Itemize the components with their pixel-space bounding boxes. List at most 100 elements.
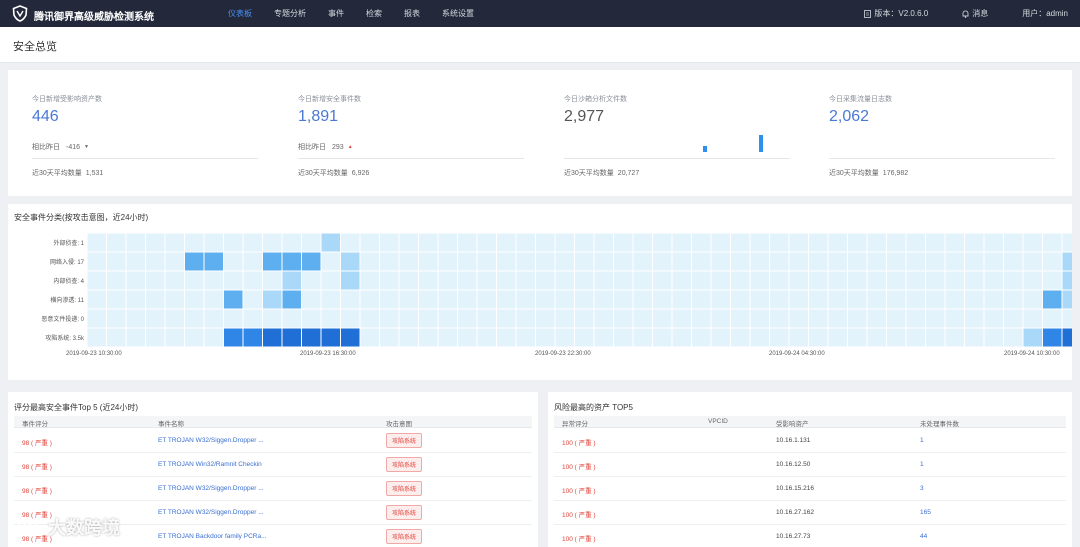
heatmap-cell[interactable] bbox=[515, 251, 536, 272]
table-row[interactable]: 98 ( 严重 ) ET TROJAN W32/Siggen.Dropper .… bbox=[14, 477, 532, 501]
heatmap-cell[interactable] bbox=[554, 327, 575, 348]
heatmap-cell[interactable] bbox=[535, 289, 556, 310]
heatmap-cell[interactable] bbox=[476, 251, 497, 272]
heatmap-cell[interactable] bbox=[769, 232, 790, 253]
heatmap-cell[interactable] bbox=[242, 270, 263, 291]
heatmap-cell[interactable] bbox=[886, 289, 907, 310]
heatmap-cell[interactable] bbox=[106, 270, 127, 291]
heatmap-cell[interactable] bbox=[86, 289, 107, 310]
heatmap-cell[interactable] bbox=[320, 327, 341, 348]
heatmap-cell[interactable] bbox=[1022, 232, 1043, 253]
heatmap-cell[interactable] bbox=[437, 289, 458, 310]
heatmap-cell[interactable] bbox=[418, 251, 439, 272]
heatmap-cell[interactable] bbox=[613, 289, 634, 310]
heatmap-cell[interactable] bbox=[242, 232, 263, 253]
heatmap-cell[interactable] bbox=[925, 270, 946, 291]
heatmap-cell[interactable] bbox=[574, 232, 595, 253]
heatmap-cell[interactable] bbox=[281, 327, 302, 348]
heatmap-cell[interactable] bbox=[1042, 270, 1063, 291]
heatmap-cell[interactable] bbox=[632, 251, 653, 272]
heatmap-cell[interactable] bbox=[710, 251, 731, 272]
heatmap-cell[interactable] bbox=[281, 289, 302, 310]
heatmap-cell[interactable] bbox=[905, 327, 926, 348]
heatmap-cell[interactable] bbox=[964, 308, 985, 329]
heatmap-cell[interactable] bbox=[145, 270, 166, 291]
heatmap-cell[interactable] bbox=[769, 251, 790, 272]
heatmap-cell[interactable] bbox=[1003, 270, 1024, 291]
heatmap-cell[interactable] bbox=[1061, 232, 1072, 253]
heatmap-cell[interactable] bbox=[301, 289, 322, 310]
heatmap-cell[interactable] bbox=[125, 308, 146, 329]
heatmap-cell[interactable] bbox=[496, 308, 517, 329]
heatmap-cell[interactable] bbox=[145, 289, 166, 310]
heatmap-cell[interactable] bbox=[671, 327, 692, 348]
heatmap-cell[interactable] bbox=[106, 251, 127, 272]
user-menu[interactable]: 用户：admin bbox=[1022, 8, 1068, 19]
heatmap-cell[interactable] bbox=[925, 251, 946, 272]
heatmap-cell[interactable] bbox=[613, 232, 634, 253]
heatmap-cell[interactable] bbox=[691, 289, 712, 310]
heatmap-cell[interactable] bbox=[1003, 327, 1024, 348]
heatmap-cell[interactable] bbox=[886, 232, 907, 253]
heatmap-cell[interactable] bbox=[1042, 308, 1063, 329]
heatmap-cell[interactable] bbox=[964, 251, 985, 272]
heatmap-cell[interactable] bbox=[203, 270, 224, 291]
heatmap-cell[interactable] bbox=[925, 289, 946, 310]
heatmap-cell[interactable] bbox=[398, 232, 419, 253]
heatmap-cell[interactable] bbox=[652, 232, 673, 253]
heatmap-cell[interactable] bbox=[1003, 251, 1024, 272]
heatmap-cell[interactable] bbox=[379, 232, 400, 253]
heatmap-cell[interactable] bbox=[106, 308, 127, 329]
heatmap-cell[interactable] bbox=[983, 232, 1004, 253]
heatmap-cell[interactable] bbox=[301, 232, 322, 253]
heatmap-cell[interactable] bbox=[710, 289, 731, 310]
nav-item-topic-analysis[interactable]: 专题分析 bbox=[274, 0, 306, 27]
heatmap-cell[interactable] bbox=[730, 327, 751, 348]
heatmap-cell[interactable] bbox=[535, 232, 556, 253]
heatmap-cell[interactable] bbox=[827, 308, 848, 329]
heatmap-cell[interactable] bbox=[983, 270, 1004, 291]
heatmap-cell[interactable] bbox=[418, 308, 439, 329]
heatmap-cell[interactable] bbox=[886, 327, 907, 348]
heatmap-cell[interactable] bbox=[262, 251, 283, 272]
heatmap-cell[interactable] bbox=[262, 289, 283, 310]
heatmap-cell[interactable] bbox=[944, 251, 965, 272]
heatmap-cell[interactable] bbox=[1042, 327, 1063, 348]
heatmap-cell[interactable] bbox=[457, 251, 478, 272]
heatmap-cell[interactable] bbox=[632, 270, 653, 291]
heatmap-cell[interactable] bbox=[340, 327, 361, 348]
heatmap-cell[interactable] bbox=[184, 327, 205, 348]
heatmap-cell[interactable] bbox=[710, 327, 731, 348]
heatmap-cell[interactable] bbox=[262, 327, 283, 348]
heatmap-cell[interactable] bbox=[827, 232, 848, 253]
heatmap-cell[interactable] bbox=[730, 270, 751, 291]
heatmap-cell[interactable] bbox=[964, 327, 985, 348]
heatmap-cell[interactable] bbox=[145, 251, 166, 272]
heatmap-cell[interactable] bbox=[125, 327, 146, 348]
heatmap-cell[interactable] bbox=[944, 232, 965, 253]
heatmap-cell[interactable] bbox=[749, 327, 770, 348]
heatmap-cell[interactable] bbox=[593, 327, 614, 348]
heatmap-cell[interactable] bbox=[866, 308, 887, 329]
heatmap-cell[interactable] bbox=[1022, 289, 1043, 310]
heatmap-cell[interactable] bbox=[457, 289, 478, 310]
heatmap-cell[interactable] bbox=[203, 327, 224, 348]
heatmap-cell[interactable] bbox=[613, 308, 634, 329]
heatmap-cell[interactable] bbox=[554, 232, 575, 253]
heatmap-cell[interactable] bbox=[671, 232, 692, 253]
heatmap-cell[interactable] bbox=[749, 270, 770, 291]
heatmap-cell[interactable] bbox=[223, 327, 244, 348]
heatmap-cell[interactable] bbox=[379, 327, 400, 348]
heatmap-cell[interactable] bbox=[769, 308, 790, 329]
heatmap-cell[interactable] bbox=[905, 251, 926, 272]
heatmap-cell[interactable] bbox=[145, 232, 166, 253]
heatmap-cell[interactable] bbox=[515, 270, 536, 291]
heatmap-cell[interactable] bbox=[184, 251, 205, 272]
heatmap-cell[interactable] bbox=[769, 327, 790, 348]
heatmap-cell[interactable] bbox=[301, 251, 322, 272]
heatmap-cell[interactable] bbox=[652, 308, 673, 329]
heatmap-cell[interactable] bbox=[476, 327, 497, 348]
heatmap-cell[interactable] bbox=[496, 251, 517, 272]
heatmap-cell[interactable] bbox=[574, 251, 595, 272]
heatmap-cell[interactable] bbox=[535, 270, 556, 291]
